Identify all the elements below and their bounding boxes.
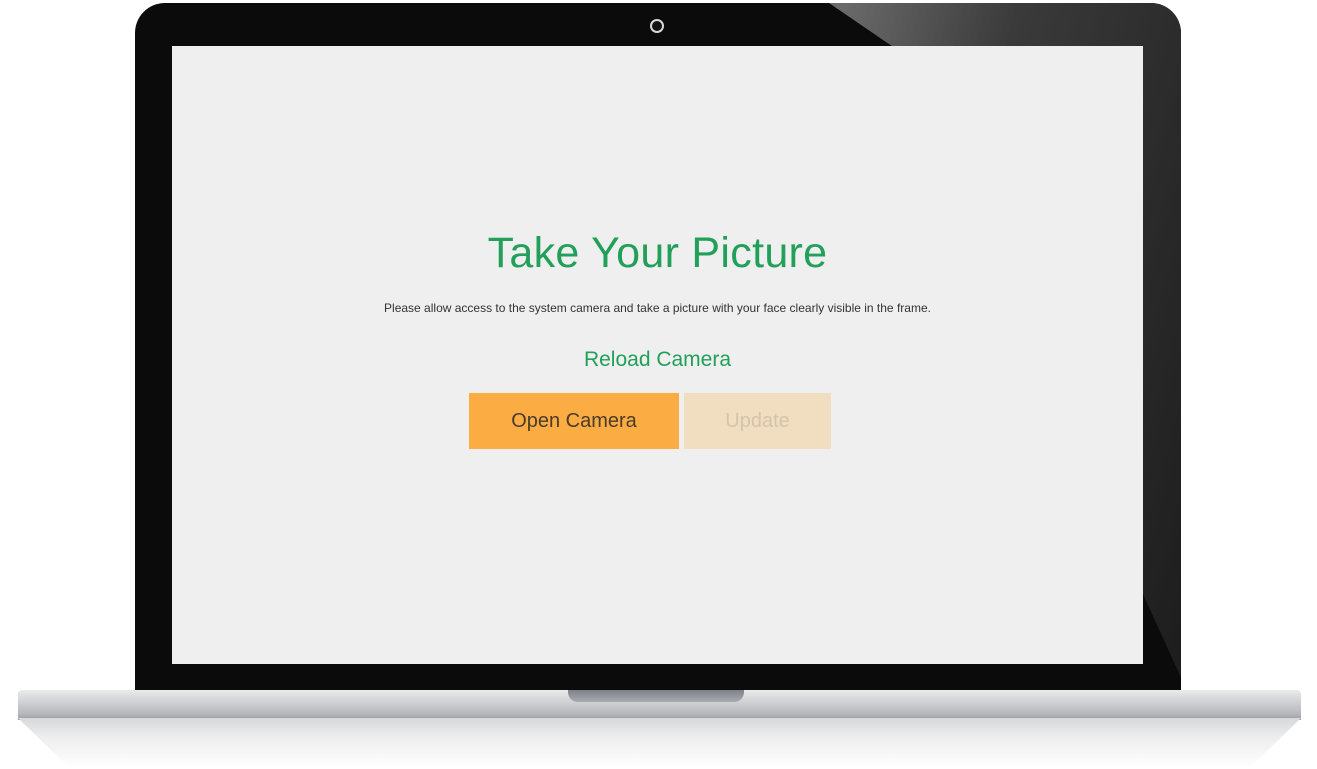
instructions-text: Please allow access to the system camera… (384, 301, 931, 315)
webcam-icon (650, 19, 664, 33)
open-camera-button[interactable]: Open Camera (469, 393, 679, 449)
reload-camera-link[interactable]: Reload Camera (172, 348, 1143, 372)
laptop-frame: Take Your Picture Please allow access to… (0, 0, 1317, 769)
app-screen: Take Your Picture Please allow access to… (172, 46, 1143, 664)
update-button[interactable]: Update (684, 393, 831, 449)
base-notch (568, 690, 744, 702)
laptop-base-bottom (18, 718, 1301, 768)
page-title: Take Your Picture (487, 229, 828, 277)
laptop-base (18, 690, 1301, 720)
camera-capture-panel: Take Your Picture Please allow access to… (172, 46, 1143, 664)
